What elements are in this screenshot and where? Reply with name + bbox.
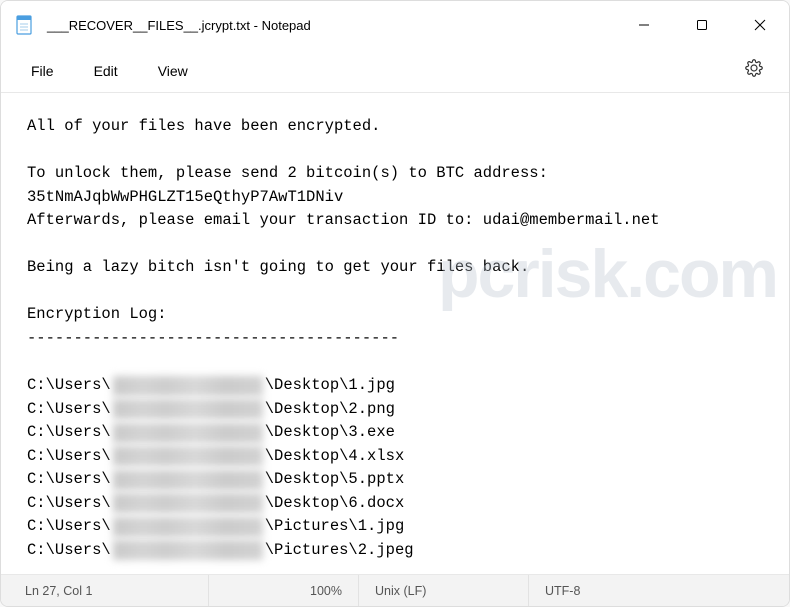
- menu-view[interactable]: View: [146, 55, 200, 87]
- menubar: File Edit View: [1, 49, 789, 93]
- text-line: Afterwards, please email your transactio…: [27, 211, 660, 229]
- log-path-prefix: C:\Users\: [27, 374, 111, 398]
- encryption-log-line: C:\Users\ \Pictures\1.jpg: [27, 515, 763, 539]
- redacted-username: [113, 423, 263, 443]
- log-path-prefix: C:\Users\: [27, 445, 111, 469]
- status-zoom: 100%: [209, 575, 359, 606]
- encryption-log-line: C:\Users\ \Desktop\2.png: [27, 398, 763, 422]
- log-path-prefix: C:\Users\: [27, 421, 111, 445]
- text-area[interactable]: All of your files have been encrypted. T…: [1, 93, 789, 574]
- log-path-suffix: \Desktop\5.pptx: [265, 468, 405, 492]
- log-path-suffix: \Desktop\4.xlsx: [265, 445, 405, 469]
- settings-button[interactable]: [737, 51, 771, 90]
- log-path-prefix: C:\Users\: [27, 398, 111, 422]
- status-encoding: UTF-8: [529, 575, 781, 606]
- window-title: ___RECOVER__FILES__.jcrypt.txt - Notepad: [47, 18, 615, 33]
- text-line: Being a lazy bitch isn't going to get yo…: [27, 258, 529, 276]
- statusbar: Ln 27, Col 1 100% Unix (LF) UTF-8: [1, 574, 789, 606]
- maximize-button[interactable]: [673, 1, 731, 49]
- encryption-log-line: C:\Users\ \Desktop\3.exe: [27, 421, 763, 445]
- notepad-icon: [15, 14, 33, 36]
- log-path-suffix: \Desktop\2.png: [265, 398, 395, 422]
- status-line-ending: Unix (LF): [359, 575, 529, 606]
- titlebar: ___RECOVER__FILES__.jcrypt.txt - Notepad: [1, 1, 789, 49]
- log-path-prefix: C:\Users\: [27, 492, 111, 516]
- log-path-suffix: \Pictures\2.jpeg: [265, 539, 414, 563]
- close-button[interactable]: [731, 1, 789, 49]
- encryption-log-line: C:\Users\ \Desktop\6.docx: [27, 492, 763, 516]
- minimize-button[interactable]: [615, 1, 673, 49]
- window-controls: [615, 1, 789, 49]
- redacted-username: [113, 493, 263, 513]
- log-path-suffix: \Desktop\3.exe: [265, 421, 395, 445]
- redacted-username: [113, 470, 263, 490]
- encryption-log-line: C:\Users\ \Pictures\2.jpeg: [27, 539, 763, 563]
- gear-icon: [745, 59, 763, 77]
- log-path-prefix: C:\Users\: [27, 468, 111, 492]
- text-line: All of your files have been encrypted.: [27, 117, 380, 135]
- redacted-username: [113, 399, 263, 419]
- log-path-suffix: \Desktop\6.docx: [265, 492, 405, 516]
- encryption-log-line: C:\Users\ \Desktop\4.xlsx: [27, 445, 763, 469]
- menu-edit[interactable]: Edit: [82, 55, 130, 87]
- text-line: ----------------------------------------: [27, 329, 399, 347]
- status-position: Ln 27, Col 1: [9, 575, 209, 606]
- menu-file[interactable]: File: [19, 55, 66, 87]
- log-path-suffix: \Pictures\1.jpg: [265, 515, 405, 539]
- redacted-username: [113, 446, 263, 466]
- redacted-username: [113, 517, 263, 537]
- notepad-window: ___RECOVER__FILES__.jcrypt.txt - Notepad…: [0, 0, 790, 607]
- text-line: To unlock them, please send 2 bitcoin(s)…: [27, 164, 548, 182]
- log-path-prefix: C:\Users\: [27, 539, 111, 563]
- redacted-username: [113, 540, 263, 560]
- encryption-log-line: C:\Users\ \Desktop\5.pptx: [27, 468, 763, 492]
- log-path-suffix: \Desktop\1.jpg: [265, 374, 395, 398]
- encryption-log-line: C:\Users\ \Desktop\1.jpg: [27, 374, 763, 398]
- redacted-username: [113, 376, 263, 396]
- text-line: 35tNmAJqbWwPHGLZT15eQthyP7AwT1DNiv: [27, 188, 343, 206]
- text-line: Encryption Log:: [27, 305, 167, 323]
- log-path-prefix: C:\Users\: [27, 515, 111, 539]
